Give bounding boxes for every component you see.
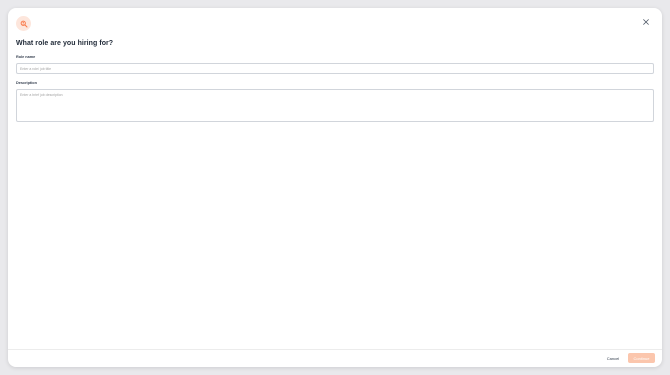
close-button[interactable] <box>641 17 651 27</box>
search-user-icon <box>16 16 31 31</box>
continue-button[interactable]: Continue <box>628 353 655 363</box>
close-icon <box>643 19 649 25</box>
description-label: Description <box>16 81 37 85</box>
create-role-modal: What role are you hiring for? Role name … <box>8 8 662 367</box>
role-name-label: Role name <box>16 55 36 59</box>
role-name-input[interactable] <box>16 63 654 74</box>
footer-divider <box>8 349 662 350</box>
description-textarea[interactable] <box>16 89 654 122</box>
cancel-button[interactable]: Cancel <box>604 353 622 363</box>
modal-title: What role are you hiring for? <box>16 40 114 47</box>
